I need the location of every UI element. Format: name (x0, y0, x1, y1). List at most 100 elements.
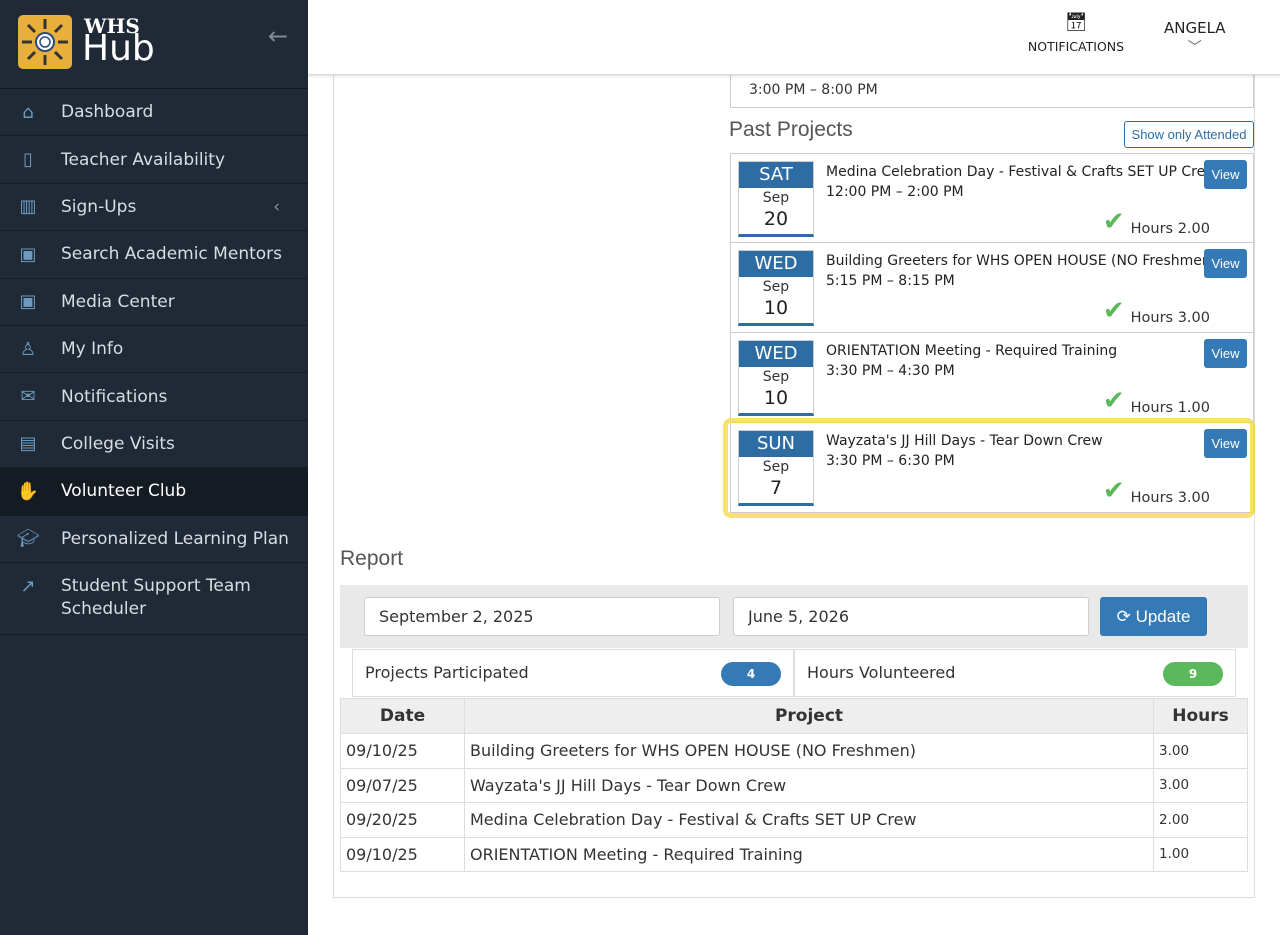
past-project-item: SAT Sep 20 Medina Celebration Day - Festiv… (730, 153, 1254, 243)
hours-label: Hours (1130, 400, 1174, 416)
sidebar-item-sign-ups[interactable]: ▥ Sign-Ups ‹ (0, 184, 308, 232)
briefcase-icon: ▤ (19, 433, 37, 455)
sidebar-item-teacher-availability[interactable]: ▯ Teacher Availability (0, 136, 308, 184)
report-table: Date Project Hours 09/10/25 Building Gree… (340, 698, 1248, 872)
hours-value: 2.00 (1177, 221, 1210, 237)
project-time: 3:00 PM – 8:00 PM (749, 82, 878, 98)
day-of-week: WED (739, 251, 813, 277)
past-projects-list: SAT Sep 20 Medina Celebration Day - Festiv… (730, 153, 1254, 513)
past-project-item: WED Sep 10 ORIENTATION Meeting - Required … (730, 333, 1254, 423)
view-button[interactable]: View (1204, 429, 1247, 458)
project-time: 5:15 PM – 8:15 PM (826, 273, 955, 289)
column-header-project: Project (464, 698, 1154, 734)
sidebar-item-media-center[interactable]: ▣ Media Center (0, 279, 308, 326)
view-button[interactable]: View (1204, 249, 1247, 278)
day-of-week: SUN (739, 431, 813, 457)
date-badge: WED Sep 10 (738, 250, 814, 326)
sidebar-item-search-academic-mentors[interactable]: ▣ Search Academic Mentors (0, 231, 308, 279)
sidebar-item-my-info[interactable]: ♙ My Info (0, 326, 308, 374)
past-projects-title: Past Projects (729, 118, 853, 141)
project-time: 12:00 PM – 2:00 PM (826, 184, 964, 200)
map-icon: ▥ (19, 196, 37, 218)
hours-volunteered-stat: Hours Volunteered 9 (794, 649, 1236, 697)
sidebar-item-label: Search Academic Mentors (61, 244, 282, 265)
date-cell: 09/10/25 (340, 836, 465, 872)
column-header-hours: Hours (1153, 698, 1248, 734)
date-cell: 09/20/25 (340, 802, 465, 838)
calendar-icon: ▣ (19, 243, 37, 265)
past-project-item: SUN Sep 7 Wayzata's JJ Hill Days - Tear Do… (730, 423, 1254, 513)
project-cell: Building Greeters for WHS OPEN HOUSE (NO… (464, 733, 1154, 769)
date-badge: SAT Sep 20 (738, 161, 814, 237)
project-name: Medina Celebration Day - Festival & Craf… (826, 164, 1217, 180)
collapse-arrow-icon[interactable]: ← (268, 22, 288, 50)
projects-count-badge: 4 (721, 662, 781, 686)
sidebar-item-student-support-team-scheduler[interactable]: ↗ Student Support Team Scheduler (0, 563, 308, 635)
hours-cell: 3.00 (1153, 733, 1248, 769)
table-row: 09/10/25 Building Greeters for WHS OPEN H… (340, 733, 1248, 769)
hand-icon: ✋ (16, 480, 40, 502)
hours-count-badge: 9 (1163, 662, 1223, 686)
end-date-input[interactable] (733, 597, 1089, 636)
graduation-cap-icon: 🎓︎ (16, 528, 40, 550)
project-cell: ORIENTATION Meeting - Required Training (464, 836, 1154, 872)
stat-label: Projects Participated (365, 663, 529, 682)
sidebar-item-label: College Visits (61, 433, 175, 454)
user-menu[interactable]: ANGELA ﹀ (1164, 19, 1226, 57)
start-date-input[interactable] (364, 597, 720, 636)
refresh-icon: ⟳ (1116, 606, 1131, 626)
sidebar-item-notifications[interactable]: ✉ Notifications (0, 373, 308, 421)
home-icon: ⌂ (22, 101, 34, 123)
hours-cell: 2.00 (1153, 802, 1248, 838)
sidebar-item-dashboard[interactable]: ⌂ Dashboard (0, 89, 308, 137)
projects-participated-stat: Projects Participated 4 (352, 649, 794, 697)
chevron-down-icon: ﹀ (1187, 40, 1202, 56)
table-row: 09/07/25 Wayzata's JJ Hill Days - Tear Do… (340, 767, 1248, 803)
sidebar-item-label: Student Support Team Scheduler (61, 575, 251, 619)
hours-value: 3.00 (1177, 490, 1210, 506)
calendar-icon: ▣ (19, 291, 37, 313)
month: Sep (762, 459, 790, 475)
day: 20 (763, 208, 789, 230)
table-row: 09/20/25 Medina Celebration Day - Festiva… (340, 802, 1248, 838)
check-icon: ✔ (1102, 296, 1125, 326)
sidebar-item-label: Dashboard (61, 102, 154, 123)
check-icon: ✔ (1102, 207, 1125, 237)
month: Sep (762, 190, 790, 206)
project-name: Building Greeters for WHS OPEN HOUSE (NO… (826, 253, 1217, 269)
sidebar-item-label: Sign-Ups (61, 196, 137, 217)
sidebar-item-label: Teacher Availability (61, 149, 226, 170)
hours-label: Hours (1130, 221, 1174, 237)
sidebar-nav: ⌂ Dashboard ▯ Teacher Availability ▥ Sign-Ups… (0, 88, 308, 635)
day-of-week: SAT (739, 162, 813, 188)
check-icon: ✔ (1102, 386, 1125, 416)
stat-label: Hours Volunteered (807, 663, 956, 682)
day: 10 (763, 297, 789, 319)
hours-label: Hours (1130, 310, 1174, 326)
report-title: Report (340, 547, 404, 570)
sidebar-item-college-visits[interactable]: ▤ College Visits (0, 421, 308, 469)
check-icon: ✔ (1102, 476, 1125, 506)
day: 10 (763, 387, 789, 409)
brand-line2: Hub (82, 28, 155, 69)
hours-cell: 3.00 (1153, 767, 1248, 803)
envelope-icon: ✉ (20, 386, 36, 408)
show-only-attended-button[interactable]: Show only Attended (1124, 121, 1254, 148)
view-button[interactable]: View (1204, 339, 1247, 368)
logo-sun-icon (18, 15, 72, 69)
calendar-icon: 📅︎ (1064, 12, 1088, 33)
hours-cell: 1.00 (1153, 836, 1248, 872)
day-of-week: WED (739, 341, 813, 367)
hours-label: Hours (1130, 490, 1174, 506)
project-cell: Wayzata's JJ Hill Days - Tear Down Crew (464, 767, 1154, 803)
day: 7 (769, 477, 783, 499)
view-button[interactable]: View (1204, 160, 1247, 189)
notifications-button[interactable]: 📅︎ NOTIFICATIONS (1026, 12, 1126, 54)
notifications-label: NOTIFICATIONS (1027, 39, 1125, 54)
top-header: 📅︎ NOTIFICATIONS ANGELA ﹀ (308, 0, 1280, 75)
sidebar-item-volunteer-club[interactable]: ✋ Volunteer Club (0, 468, 308, 516)
sidebar-item-personalized-learning-plan[interactable]: 🎓︎ Personalized Learning Plan (0, 516, 308, 563)
user-name: ANGELA (1164, 19, 1226, 37)
chevron-left-icon: ‹ (273, 196, 280, 217)
update-button[interactable]: ⟳ Update (1100, 597, 1207, 636)
